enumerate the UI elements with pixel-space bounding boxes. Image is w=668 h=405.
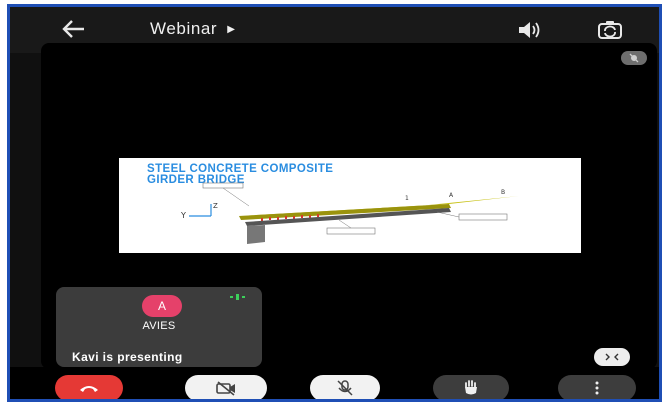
more-options-button[interactable] (558, 375, 636, 399)
speaker-icon[interactable] (515, 19, 543, 41)
svg-text:Y: Y (180, 211, 186, 220)
audio-indicator-icon (230, 294, 245, 300)
phone-hangup-icon (80, 386, 98, 392)
svg-text:1: 1 (405, 195, 409, 202)
shared-slide: STEEL CONCRETE COMPOSITE GIRDER BRIDGE Y… (119, 158, 581, 253)
participant-name: AVIES (142, 320, 176, 332)
mic-toggle-button[interactable] (310, 375, 380, 399)
more-vertical-icon (595, 381, 599, 395)
raise-hand-icon (465, 380, 477, 395)
pin-button[interactable] (621, 51, 647, 65)
app-window: Webinar ▶ STEEL CONCRETE COMPOSITE GIRDE… (7, 4, 662, 402)
avatar: A (142, 295, 182, 317)
arrow-left-icon[interactable] (58, 16, 88, 42)
play-icon: ▶ (227, 23, 235, 35)
camera-switch-icon[interactable] (596, 19, 624, 41)
fullscreen-button[interactable] (594, 348, 630, 366)
svg-text:A: A (449, 192, 454, 199)
meeting-title-group[interactable]: Webinar ▶ (150, 19, 235, 39)
presenting-status: Kavi is presenting (72, 350, 183, 364)
pin-icon (629, 53, 639, 63)
fullscreen-icon (605, 353, 619, 361)
camera-off-icon (216, 381, 235, 396)
raise-hand-button[interactable] (433, 375, 509, 399)
meeting-title[interactable]: Webinar (150, 19, 217, 39)
call-controls (10, 367, 659, 399)
mic-off-icon (337, 380, 353, 396)
bridge-diagram: Y Z 1 A B (180, 182, 519, 244)
svg-text:B: B (501, 189, 505, 196)
camera-toggle-button[interactable] (185, 375, 267, 399)
svg-text:Z: Z (213, 202, 218, 210)
end-call-button[interactable] (55, 375, 123, 399)
